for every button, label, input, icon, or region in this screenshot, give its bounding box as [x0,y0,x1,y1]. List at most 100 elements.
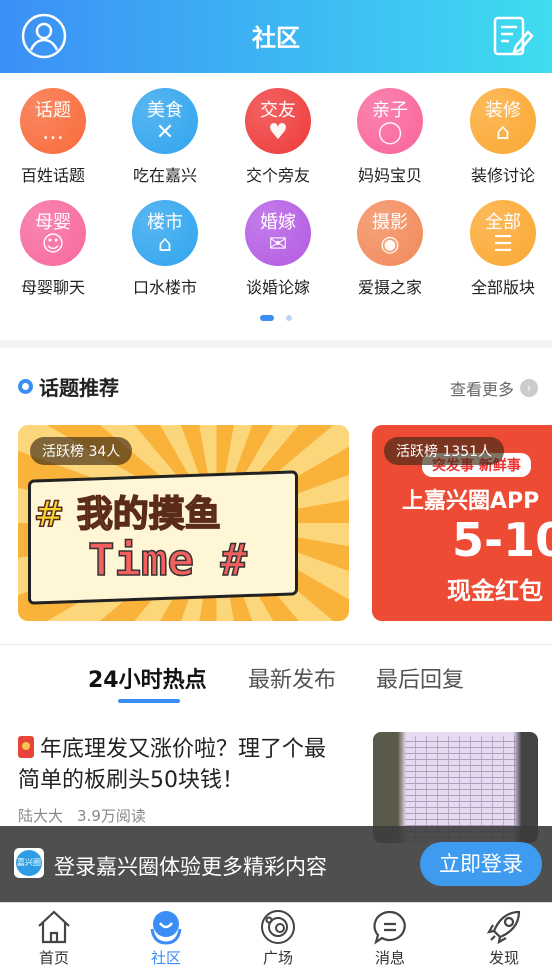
card-subline: 现金红包 [447,577,543,605]
category-icon: 话题… [20,88,86,154]
article-author: 陆大大 [18,807,64,825]
topic-card[interactable]: 突发事 新鲜事 上嘉兴圈APP 5-10 现金红包 活跃榜 1351人 [372,425,552,621]
activity-badge: 活跃榜 34人 [30,437,133,465]
planet-icon [261,910,295,944]
category-icon-text: 装修 [485,100,521,121]
category-icon-text: 全部 [485,212,521,233]
login-banner: 嘉兴圈 登录嘉兴圈体验更多精彩内容 立即登录 [0,826,552,902]
category-label: 口水楼市 [132,278,197,297]
category-label: 母婴聊天 [20,278,85,297]
category-icon-text: 婚嫁 [260,212,296,233]
login-prompt: 登录嘉兴圈体验更多精彩内容 [54,855,327,879]
category-glyph-icon: ◉ [380,232,400,257]
category-icon: 摄影 ◉ [357,200,423,266]
tab-24h-hot[interactable]: 24小时热点 [88,662,207,694]
category-item[interactable]: 摄影 ◉ 爱摄之家 [334,200,446,298]
page-title: 社区 [252,24,300,52]
category-icon: 婚嫁 ✉ [245,200,311,266]
red-packet-icon [18,736,34,758]
card-headline: # 我的摸鱼 [33,493,221,536]
app-logo-text: 嘉兴圈 [16,850,42,876]
category-icon: 装修 ⌂ [470,88,536,154]
edit-post-icon[interactable] [488,12,536,60]
section-dot-icon [18,379,33,394]
category-icon: 美食 ✕ [132,88,198,154]
category-label: 妈妈宝贝 [357,166,422,185]
category-glyph-icon: ☰ [493,232,513,257]
category-icon-text: 母婴 [35,212,71,233]
nav-label: 首页 [38,949,69,967]
category-label: 全部版块 [470,278,535,297]
login-button[interactable]: 立即登录 [420,842,542,886]
category-glyph-icon: ✕ [155,120,175,145]
page-dot[interactable] [286,315,292,321]
topic-card[interactable]: # 我的摸鱼 Time # 活跃榜 34人 [18,425,349,621]
nav-discover[interactable]: 发现 [464,909,544,968]
nav-home[interactable]: 首页 [14,909,94,968]
divider [0,340,552,348]
nav-messages[interactable]: 消息 [350,909,430,968]
category-item[interactable]: 话题… 百姓话题 [0,88,109,186]
nav-community[interactable]: 社区 [126,909,206,968]
category-icon: 楼市 ⌂ [132,200,198,266]
category-item[interactable]: 婚嫁 ✉ 谈婚论嫁 [222,200,334,298]
category-label: 爱摄之家 [357,278,422,297]
category-icon-text: 亲子 [372,100,408,121]
message-icon [373,910,406,945]
category-icon: 交友 ♥ [245,88,311,154]
category-item[interactable]: 装修 ⌂ 装修讨论 [447,88,552,186]
nav-label: 广场 [262,949,293,967]
card-headline: 上嘉兴圈APP [402,489,540,514]
category-icon-text: 摄影 [372,212,408,233]
nav-label: 发现 [488,949,519,967]
home-icon [38,910,70,944]
section-header: 话题推荐 [18,372,119,401]
app-logo: 嘉兴圈 [14,848,44,878]
category-glyph-icon: ✉ [268,232,288,257]
chevron-right-icon: › [520,379,538,397]
category-item[interactable]: 楼市 ⌂ 口水楼市 [109,200,221,298]
category-label: 谈婚论嫁 [245,278,310,297]
category-glyph-icon: ◯ [377,120,403,145]
see-more-label: 查看更多 [449,380,514,399]
category-icon: 亲子 ◯ [357,88,423,154]
category-icon: 母婴 ☺ [20,200,86,266]
active-tab-indicator [118,699,180,703]
divider [0,644,552,645]
category-label: 百姓话题 [20,166,85,185]
category-glyph-icon: … [42,120,64,145]
category-label: 吃在嘉兴 [132,166,197,185]
category-glyph-icon: ⌂ [496,120,510,145]
category-label: 交个旁友 [245,166,310,185]
activity-badge: 活跃榜 1351人 [384,437,505,465]
category-icon-text: 美食 [147,100,183,121]
bottom-nav: 首页 社区 广场 消息 发现 [0,902,552,974]
community-icon [150,911,182,945]
article-title-text: 年底理发又涨价啦？理了个最简单的板刷头50块钱！ [18,737,327,793]
category-icon-text: 楼市 [147,212,183,233]
article-reads: 3.9万阅读 [77,807,146,825]
card-big-number: 5-10 [452,513,552,567]
category-item[interactable]: 母婴 ☺ 母婴聊天 [0,200,109,298]
category-item[interactable]: 交友 ♥ 交个旁友 [222,88,334,186]
article-meta: 陆大大 3.9万阅读 [18,808,160,825]
see-more-link[interactable]: 查看更多 › [450,376,538,400]
category-item[interactable]: 亲子 ◯ 妈妈宝贝 [334,88,446,186]
category-glyph-icon: ⌂ [158,232,172,257]
category-glyph-icon: ☺ [41,232,65,257]
category-icon-text: 话题 [35,100,71,121]
nav-square[interactable]: 广场 [238,909,318,968]
category-item[interactable]: 美食 ✕ 吃在嘉兴 [109,88,221,186]
page-indicator [260,315,292,321]
rocket-icon [486,910,521,945]
tab-latest[interactable]: 最新发布 [248,662,336,694]
category-item[interactable]: 全部 ☰ 全部版块 [447,200,552,298]
category-label: 装修讨论 [470,166,535,185]
page-dot-active[interactable] [260,315,274,321]
tab-last-reply[interactable]: 最后回复 [376,662,464,694]
article-title[interactable]: 年底理发又涨价啦？理了个最简单的板刷头50块钱！ [18,734,328,796]
nav-label: 消息 [374,949,405,967]
card-subline: Time # [87,534,247,587]
nav-label: 社区 [150,949,181,967]
category-icon-text: 交友 [260,100,296,121]
